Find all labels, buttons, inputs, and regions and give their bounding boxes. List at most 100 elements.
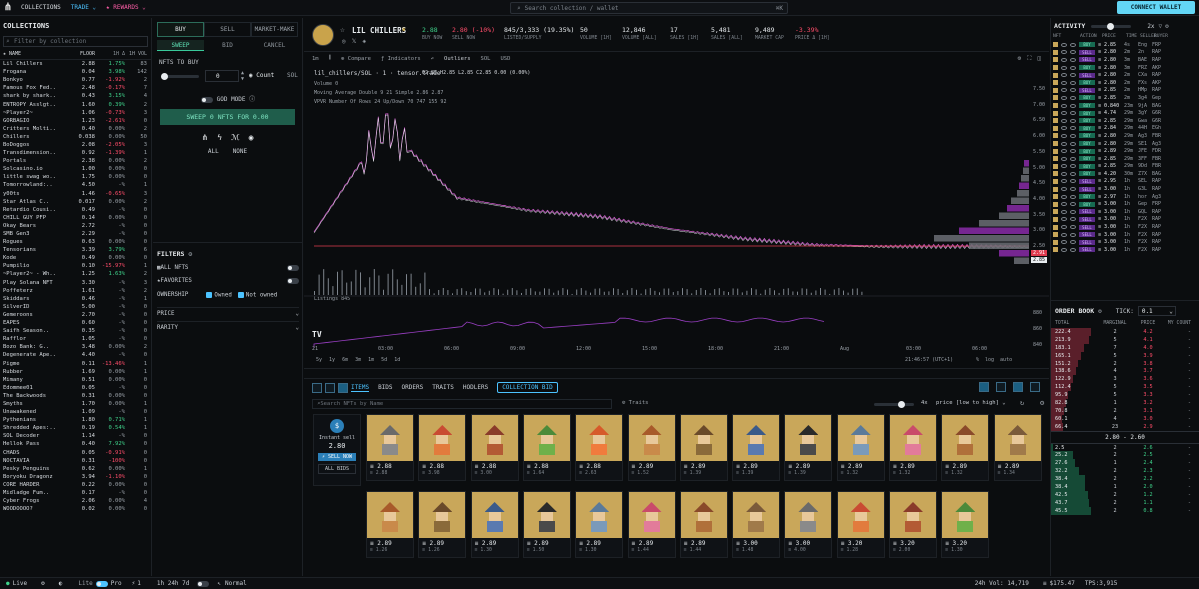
activity-row[interactable]: SELL ≡ 3.00 1h F2X RAP (1051, 231, 1199, 239)
activity-seller[interactable]: hor (1138, 194, 1152, 200)
tab-traits[interactable]: TRAITS (432, 384, 454, 391)
traits-filter-button[interactable]: ⚙ Traits (622, 400, 649, 406)
nft-card[interactable]: ≡ 2.89 ≡ 1.39 (784, 414, 833, 481)
collection-row[interactable]: Hellok Pass 0.40 7.92% 0 (0, 440, 151, 448)
activity-row[interactable]: SELL ≡ 3.00 1h G3L RAP (1051, 185, 1199, 193)
size-slider[interactable] (874, 401, 914, 408)
magic-eden-icon[interactable]: ℳ (231, 133, 240, 142)
activity-seller[interactable]: SE1 (1138, 141, 1152, 147)
collection-filter-input[interactable]: ⌕ Filter by collection ▽ (3, 36, 148, 47)
order-book-row[interactable]: 32.2 2 2.3 - (1051, 467, 1199, 476)
tab-sell[interactable]: SELL (204, 22, 251, 37)
collection-row[interactable]: SilverID 5.00 -% 0 (0, 303, 151, 311)
activity-seller[interactable]: JFE (1138, 148, 1152, 154)
collection-row[interactable]: BoDoggos 2.08 -2.05% 3 (0, 141, 151, 149)
collection-row[interactable]: Poffeterz 1.61 -% 2 (0, 287, 151, 295)
order-book-row[interactable]: 222.4 2 4.2 - (1051, 328, 1199, 336)
collection-row[interactable]: NOCTAVIA 0.31 -100% 0 (0, 457, 151, 465)
activity-row[interactable]: SELL ≡ 2.95 1h SEL RAP (1051, 178, 1199, 186)
eye-icon[interactable] (1061, 232, 1067, 237)
col-change-header[interactable]: 1H Δ (95, 51, 125, 57)
collection-row[interactable]: Tomorrowland:.. 4.50 -% 1 (0, 181, 151, 189)
collection-row[interactable]: Chillers 0.038 0.00% 50 (0, 133, 151, 141)
nft-card[interactable]: ≡ 2.88 ≡ 2.88 (366, 414, 414, 481)
collection-row[interactable]: Pesky Penguins 0.62 0.00% 1 (0, 465, 151, 473)
search-input[interactable]: ⌕ Search collection / wallet ⌘K (510, 2, 788, 14)
link-icon[interactable] (1070, 111, 1076, 116)
col-name-header[interactable]: ★ NAME (3, 51, 65, 57)
eye-icon[interactable] (1061, 80, 1067, 85)
collection-bid-button[interactable]: COLLECTION BID (497, 382, 558, 393)
link-icon[interactable] (1070, 179, 1076, 184)
collection-row[interactable]: WOODOOOO? 0.02 0.00% 0 (0, 505, 151, 513)
activity-seller[interactable]: 2n (1138, 49, 1152, 55)
collection-row[interactable]: Cyber Frogs 2.06 0.00% 4 (0, 497, 151, 505)
activity-seller[interactable]: Gep (1138, 201, 1152, 207)
nft-card[interactable]: ≡ 3.20 ≡ 2.00 (889, 491, 937, 558)
collection-row[interactable]: Retardio Cousi.. 0.49 -% 0 (0, 206, 151, 214)
collection-row[interactable]: Pigme 0.11 -13.46% 1 (0, 359, 151, 367)
nft-card[interactable]: ≡ 2.88 ≡ 2.63 (575, 414, 624, 481)
collection-row[interactable]: Lil Chillers 2.88 1.75% 83 (0, 60, 151, 68)
order-book-row[interactable]: 38.4 2 2.2 - (1051, 475, 1199, 484)
activity-buyer[interactable]: RAP (1152, 216, 1166, 222)
activity-row[interactable]: BUY ≡ 4.20 30m Z7X BAG (1051, 170, 1199, 178)
nft-card[interactable]: ≡ 3.20 ≡ 1.30 (941, 491, 990, 558)
collection-row[interactable]: Unawakened 1.09 -% 0 (0, 408, 151, 416)
eye-icon[interactable] (1061, 88, 1067, 93)
col-floor-header[interactable]: FLOOR (65, 51, 95, 57)
activity-buyer[interactable]: FBR (1152, 133, 1166, 139)
collection-row[interactable]: Edommee01 0.05 -% 0 (0, 384, 151, 392)
order-book-row[interactable]: 183.1 7 4.0 - (1051, 343, 1199, 352)
nft-card[interactable]: ≡ 2.89 ≡ 1.44 (627, 491, 676, 558)
range-button[interactable]: 3m (355, 357, 361, 363)
activity-seller[interactable]: 3FF (1138, 156, 1152, 162)
range-button[interactable]: 1m (368, 357, 374, 363)
subtab-cancel[interactable]: CANCEL (251, 40, 298, 51)
collection-row[interactable]: Boryoku Dragonz 3.94 -1.10% 0 (0, 473, 151, 481)
activity-row[interactable]: BUY ≡ 4.74 29m 3gY G6R (1051, 109, 1199, 117)
collection-row[interactable]: little swag wo.. 1.75 0.00% 0 (0, 173, 151, 181)
order-book-row[interactable]: 66.4 23 2.9 - (1051, 422, 1199, 431)
priority-fee-value[interactable]: 1 (137, 580, 141, 587)
subtab-sweep[interactable]: SWEEP (157, 40, 204, 51)
range-button[interactable]: 1y (329, 357, 335, 363)
collection-row[interactable]: Smyths 1.70 0.00% 1 (0, 400, 151, 408)
collection-row[interactable]: ~Player2~ - Wh.. 1.25 1.63% 2 (0, 270, 151, 278)
grid-view-icon[interactable] (325, 382, 335, 393)
activity-seller[interactable]: 44H (1138, 125, 1152, 131)
activity-buyer[interactable]: RAP (1152, 87, 1166, 93)
size-slider-knob[interactable] (898, 401, 905, 408)
eye-icon[interactable] (1061, 225, 1067, 230)
link-icon[interactable] (1070, 65, 1076, 70)
tensor-logo-icon[interactable]: ⋔ (0, 0, 16, 16)
eye-icon[interactable] (1061, 164, 1067, 169)
link-icon[interactable] (1070, 247, 1076, 252)
activity-seller[interactable]: 3g4 (1138, 95, 1152, 101)
tab-bids[interactable]: BIDS (378, 384, 392, 391)
activity-seller[interactable]: Eng (1138, 42, 1152, 48)
eye-icon[interactable] (1061, 179, 1067, 184)
pro-mode-label[interactable]: Pro (111, 580, 122, 587)
activity-buyer[interactable]: G6R (1152, 110, 1166, 116)
nfts-slider[interactable] (161, 73, 199, 80)
eye-icon[interactable] (1061, 73, 1067, 78)
activity-seller[interactable]: F2X (1138, 239, 1152, 245)
collection-row[interactable]: SOL Decoder 1.14 -% 0 (0, 432, 151, 440)
eye-icon[interactable] (1061, 209, 1067, 214)
count-stepper[interactable]: ▲ ▼ (241, 70, 244, 82)
link-icon[interactable] (1070, 217, 1076, 222)
collection-row[interactable]: ~Player2~ 1.06 -0.73% 3 (0, 109, 151, 117)
order-book-row[interactable]: 43.7 2 1.1 - (1051, 498, 1199, 507)
eye-icon[interactable] (1061, 65, 1067, 70)
link-icon[interactable] (1070, 57, 1076, 62)
link-icon[interactable] (1070, 164, 1076, 169)
activity-seller[interactable]: Z7X (1138, 171, 1152, 177)
activity-row[interactable]: BUY ≡ 2.80 29m Ag3 FBR (1051, 132, 1199, 140)
sweep-mode-icon-1[interactable]: ⋔ (202, 133, 209, 142)
collection-row[interactable]: Kode 0.49 0.00% 0 (0, 254, 151, 262)
activity-row[interactable]: SELL ≡ 2.80 2m 2n RAP (1051, 49, 1199, 57)
nft-card[interactable]: ≡ 2.89 ≡ 1.39 (679, 414, 728, 481)
order-book-row[interactable]: 112.4 5 3.5 - (1051, 383, 1199, 392)
order-book-row[interactable]: 122.9 3 3.6 - (1051, 375, 1199, 384)
